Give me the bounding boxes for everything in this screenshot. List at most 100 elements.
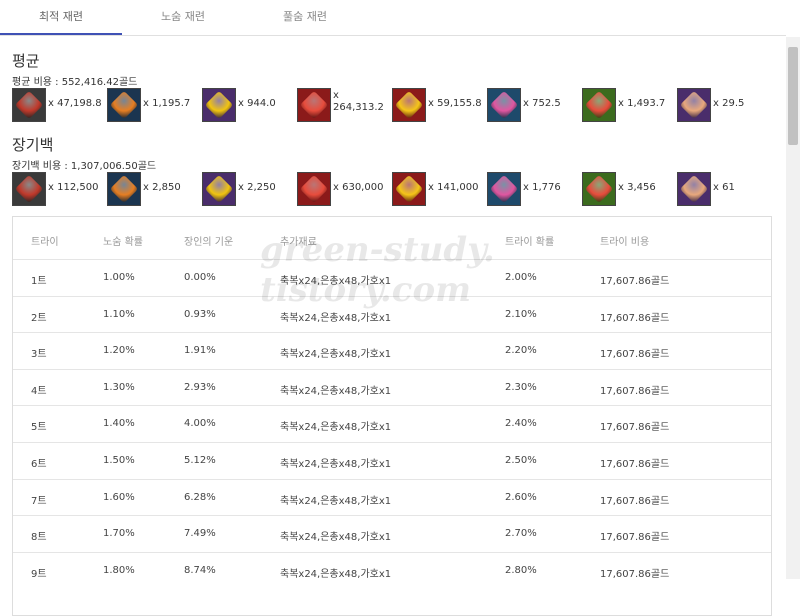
cell-extra-materials: 축복x24,은총x48,가호x1 bbox=[280, 276, 392, 287]
table-row: 7트 1.60% 6.28% 축복x24,은총x48,가호x1 2.60% 17,607.… bbox=[13, 478, 771, 516]
table-row: 9트 1.80% 8.74% 축복x24,은총x48,가호x1 2.80% 17,607.… bbox=[13, 551, 771, 589]
material-quantity: x 630,000 bbox=[333, 182, 384, 193]
cell-try-rate: 2.60% bbox=[505, 491, 537, 503]
solar-grace-icon bbox=[582, 172, 616, 206]
cell-artisan-energy: 0.93% bbox=[184, 308, 216, 320]
refining-table: 트라이 노숨 확률 장인의 기운 추가재료 트라이 확률 트라이 비용 1트 1.… bbox=[12, 216, 772, 616]
cell-extra-materials: 축복x24,은총x48,가호x1 bbox=[280, 495, 392, 507]
cell-base-rate: 1.80% bbox=[103, 564, 135, 576]
material-quantity: x 112,500 bbox=[48, 182, 99, 193]
cell-artisan-energy: 0.00% bbox=[184, 272, 216, 283]
cell-try-rate: 2.40% bbox=[505, 418, 537, 430]
cell-try-cost: 17,607.86골드 bbox=[600, 349, 670, 361]
cell-try-cost: 17,607.86골드 bbox=[600, 276, 670, 287]
cell-try: 2트 bbox=[31, 312, 47, 324]
material-quantity: x 1,493.7 bbox=[618, 98, 666, 109]
table-row: 5트 1.40% 4.00% 축복x24,은총x48,가호x1 2.40% 17,607.… bbox=[13, 405, 771, 442]
cell-artisan-energy: 4.00% bbox=[184, 418, 216, 430]
column-header-artisan-energy: 장인의 기운 bbox=[184, 237, 234, 248]
cell-try-rate: 2.20% bbox=[505, 345, 537, 357]
cell-try-cost: 17,607.86골드 bbox=[600, 459, 670, 470]
tab-bar: 최적 재련 노숨 재련 풀숨 재련 bbox=[0, 0, 786, 36]
material-quantity: x 2,850 bbox=[143, 182, 181, 193]
guardian-stone-icon bbox=[107, 172, 141, 206]
cell-try: 8트 bbox=[31, 532, 47, 544]
tab-no-breath-refining[interactable]: 노숨 재련 bbox=[122, 0, 244, 33]
cell-base-rate: 1.70% bbox=[103, 528, 135, 540]
cell-try: 3트 bbox=[31, 349, 47, 361]
material-quantity: x 264,313.2 bbox=[333, 90, 384, 113]
material-quantity: x 29.5 bbox=[713, 98, 745, 109]
cell-base-rate: 1.50% bbox=[103, 455, 135, 466]
cell-artisan-energy: 7.49% bbox=[184, 528, 216, 540]
cell-base-rate: 1.30% bbox=[103, 381, 135, 393]
cell-try: 9트 bbox=[31, 568, 47, 580]
average-cost: 평균 비용 : 552,416.42골드 bbox=[12, 77, 138, 88]
cell-extra-materials: 축복x24,은총x48,가호x1 bbox=[280, 312, 392, 324]
material-quantity: x 1,195.7 bbox=[143, 98, 191, 109]
tab-optimal-refining[interactable]: 최적 재련 bbox=[0, 0, 122, 35]
material-quantity: x 944.0 bbox=[238, 98, 276, 109]
cell-try: 4트 bbox=[31, 385, 47, 397]
material-quantity: x 47,198.8 bbox=[48, 98, 102, 109]
artisan-cost: 장기백 비용 : 1,307,006.50골드 bbox=[12, 161, 157, 172]
shard-pouch-icon bbox=[297, 172, 331, 206]
leapstone-icon bbox=[202, 172, 236, 206]
cell-try-rate: 2.10% bbox=[505, 308, 537, 320]
cell-base-rate: 1.20% bbox=[103, 345, 135, 357]
cell-base-rate: 1.40% bbox=[103, 418, 135, 430]
material-quantity: x 61 bbox=[713, 182, 735, 193]
destruction-stone-icon bbox=[12, 88, 46, 122]
cell-try-rate: 2.30% bbox=[505, 381, 537, 393]
tab-full-breath-refining[interactable]: 풀숨 재련 bbox=[244, 0, 366, 33]
cell-extra-materials: 축복x24,은총x48,가호x1 bbox=[280, 349, 392, 361]
cell-extra-materials: 축복x24,은총x48,가호x1 bbox=[280, 422, 392, 434]
solar-grace-icon bbox=[582, 88, 616, 122]
column-header-try-cost: 트라이 비용 bbox=[600, 237, 650, 248]
guardian-stone-icon bbox=[107, 88, 141, 122]
material-quantity: x 752.5 bbox=[523, 98, 561, 109]
cell-try-cost: 17,607.86골드 bbox=[600, 385, 670, 397]
vertical-scrollbar[interactable] bbox=[786, 37, 800, 579]
cell-extra-materials: 축복x24,은총x48,가호x1 bbox=[280, 385, 392, 397]
material-quantity: x 2,250 bbox=[238, 182, 276, 193]
fusion-material-icon bbox=[487, 88, 521, 122]
fusion-material-icon bbox=[487, 172, 521, 206]
table-row: 2트 1.10% 0.93% 축복x24,은총x48,가호x1 2.10% 17,607.… bbox=[13, 295, 771, 333]
cell-artisan-energy: 6.28% bbox=[184, 491, 216, 503]
material-quantity: x 3,456 bbox=[618, 182, 656, 193]
cell-base-rate: 1.10% bbox=[103, 308, 135, 320]
cell-try: 6트 bbox=[31, 459, 47, 470]
table-row: 8트 1.70% 7.49% 축복x24,은총x48,가호x1 2.70% 17,607.… bbox=[13, 515, 771, 552]
leapstone-icon bbox=[202, 88, 236, 122]
cell-extra-materials: 축복x24,은총x48,가호x1 bbox=[280, 459, 392, 470]
cell-try-cost: 17,607.86골드 bbox=[600, 532, 670, 544]
cell-try-cost: 17,607.86골드 bbox=[600, 495, 670, 507]
artisan-section-title: 장기백 bbox=[12, 136, 54, 154]
cell-artisan-energy: 2.93% bbox=[184, 381, 216, 393]
cell-base-rate: 1.60% bbox=[103, 491, 135, 503]
cell-extra-materials: 축복x24,은총x48,가호x1 bbox=[280, 532, 392, 544]
column-header-base-rate: 노숨 확률 bbox=[103, 237, 143, 248]
cell-extra-materials: 축복x24,은총x48,가호x1 bbox=[280, 568, 392, 580]
scrollbar-thumb[interactable] bbox=[788, 47, 798, 145]
cell-try: 7트 bbox=[31, 495, 47, 507]
destruction-stone-icon bbox=[12, 172, 46, 206]
column-header-extra-materials: 추가재료 bbox=[280, 237, 317, 248]
solar-blessing-icon bbox=[677, 172, 711, 206]
table-row: 3트 1.20% 1.91% 축복x24,은총x48,가호x1 2.20% 17,607.… bbox=[13, 332, 771, 369]
cell-try: 5트 bbox=[31, 422, 47, 434]
column-header-try: 트라이 bbox=[31, 237, 59, 248]
cell-try-rate: 2.00% bbox=[505, 272, 537, 283]
cell-artisan-energy: 8.74% bbox=[184, 564, 216, 576]
cell-try: 1트 bbox=[31, 276, 47, 287]
cell-artisan-energy: 1.91% bbox=[184, 345, 216, 357]
cell-try-cost: 17,607.86골드 bbox=[600, 312, 670, 324]
table-row: 4트 1.30% 2.93% 축복x24,은총x48,가호x1 2.30% 17,607.… bbox=[13, 368, 771, 406]
solar-blessing-icon bbox=[677, 88, 711, 122]
cell-try-rate: 2.70% bbox=[505, 528, 537, 540]
cell-try-cost: 17,607.86골드 bbox=[600, 568, 670, 580]
table-row: 1트 1.00% 0.00% 축복x24,은총x48,가호x1 2.00% 17,607.… bbox=[13, 259, 771, 296]
material-quantity: x 59,155.8 bbox=[428, 98, 482, 109]
gold-coin-icon bbox=[392, 172, 426, 206]
